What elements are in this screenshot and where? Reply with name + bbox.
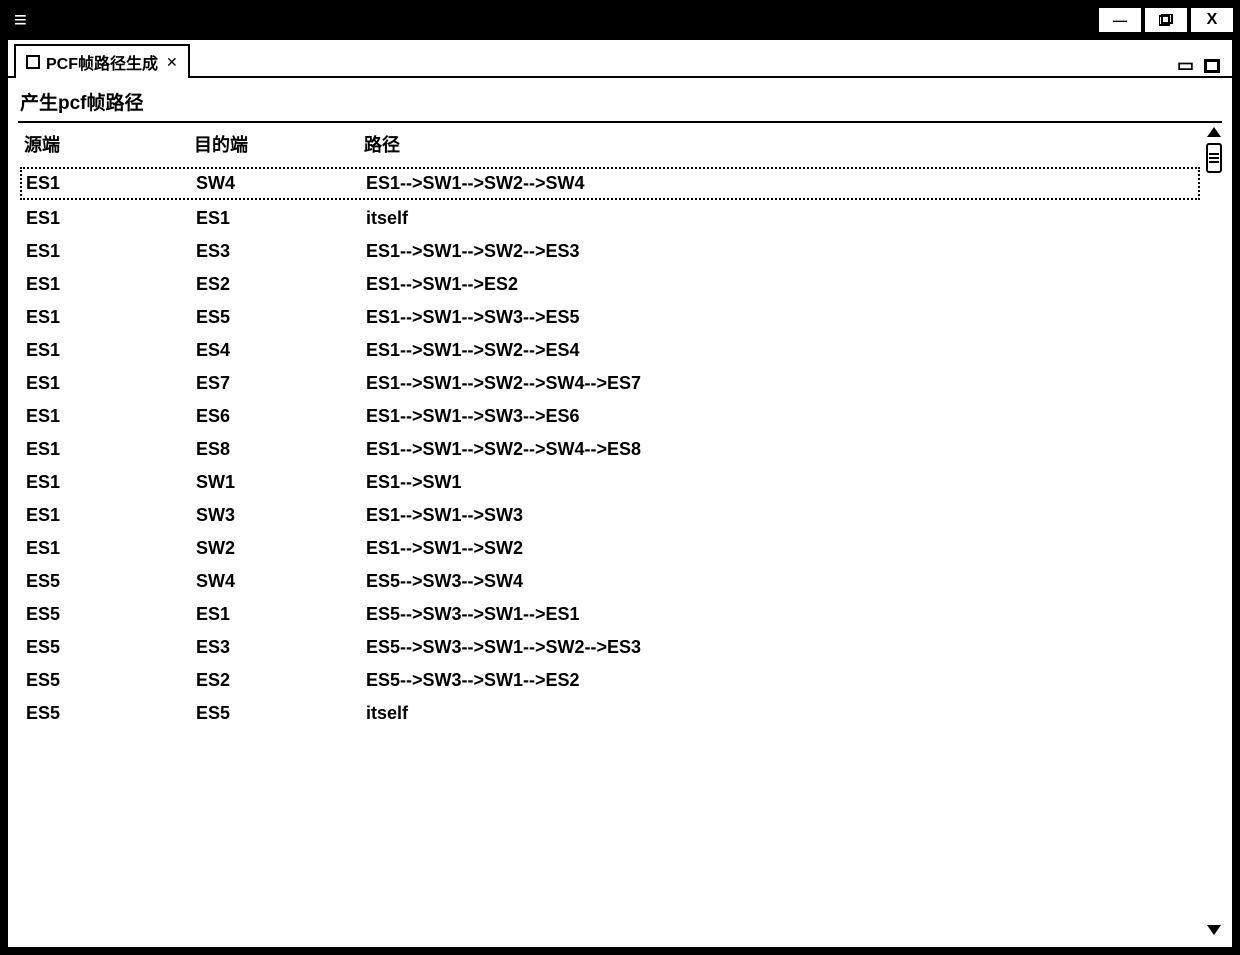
tab-label: PCF帧路径生成 bbox=[46, 50, 158, 74]
cell-source: ES5 bbox=[26, 670, 196, 691]
cell-destination: SW4 bbox=[196, 571, 366, 592]
window-frame: ≡ — X PCF帧路径生成 ✕ ▭ 产生pcf帧路径 bbox=[0, 0, 1240, 955]
cell-destination: ES4 bbox=[196, 340, 366, 361]
cell-source: ES5 bbox=[26, 637, 196, 658]
table-header-row: 源端 目的端 路径 bbox=[18, 125, 1202, 163]
cell-path: ES1-->SW1-->SW2 bbox=[366, 538, 1194, 559]
cell-path: ES1-->SW1-->SW2-->SW4 bbox=[366, 173, 1194, 194]
cell-path: itself bbox=[366, 208, 1194, 229]
cell-destination: ES3 bbox=[196, 241, 366, 262]
hamburger-menu-icon[interactable]: ≡ bbox=[6, 9, 35, 31]
table-row[interactable]: ES5ES3ES5-->SW3-->SW1-->SW2-->ES3 bbox=[20, 631, 1200, 664]
table-row[interactable]: ES1SW1ES1-->SW1 bbox=[20, 466, 1200, 499]
cell-source: ES1 bbox=[26, 173, 196, 194]
table-row[interactable]: ES5ES1ES5-->SW3-->SW1-->ES1 bbox=[20, 598, 1200, 631]
cell-destination: ES8 bbox=[196, 439, 366, 460]
cell-destination: SW4 bbox=[196, 173, 366, 194]
cell-destination: SW1 bbox=[196, 472, 366, 493]
cell-path: ES5-->SW3-->SW4 bbox=[366, 571, 1194, 592]
minimize-button[interactable]: — bbox=[1098, 7, 1142, 33]
cell-destination: ES3 bbox=[196, 637, 366, 658]
cell-destination: ES7 bbox=[196, 373, 366, 394]
table-row[interactable]: ES1ES1itself bbox=[20, 202, 1200, 235]
cell-source: ES5 bbox=[26, 571, 196, 592]
cell-source: ES1 bbox=[26, 208, 196, 229]
cell-path: ES1-->SW1 bbox=[366, 472, 1194, 493]
panel-title: 产生pcf帧路径 bbox=[8, 78, 1232, 121]
cell-destination: ES1 bbox=[196, 604, 366, 625]
table-wrap: 源端 目的端 路径 ES1SW4ES1-->SW1-->SW2-->SW4ES1… bbox=[18, 125, 1226, 941]
cell-source: ES1 bbox=[26, 472, 196, 493]
cell-path: ES1-->SW1-->SW3-->ES6 bbox=[366, 406, 1194, 427]
cell-source: ES1 bbox=[26, 439, 196, 460]
table-row[interactable]: ES5ES5itself bbox=[20, 697, 1200, 730]
cell-source: ES1 bbox=[26, 340, 196, 361]
table-row[interactable]: ES1SW4ES1-->SW1-->SW2-->SW4 bbox=[20, 167, 1200, 200]
table-row[interactable]: ES1ES8ES1-->SW1-->SW2-->SW4-->ES8 bbox=[20, 433, 1200, 466]
cell-path: ES1-->SW1-->SW2-->ES3 bbox=[366, 241, 1194, 262]
cell-source: ES1 bbox=[26, 538, 196, 559]
cell-destination: ES1 bbox=[196, 208, 366, 229]
table-row[interactable]: ES1ES6ES1-->SW1-->SW3-->ES6 bbox=[20, 400, 1200, 433]
close-button[interactable]: X bbox=[1190, 7, 1234, 33]
cell-source: ES5 bbox=[26, 604, 196, 625]
tab-bar-controls: ▭ bbox=[1177, 55, 1226, 76]
table-row[interactable]: ES1ES2ES1-->SW1-->ES2 bbox=[20, 268, 1200, 301]
tab-pcf-path-gen[interactable]: PCF帧路径生成 ✕ bbox=[14, 44, 190, 78]
table-row[interactable]: ES5ES2ES5-->SW3-->SW1-->ES2 bbox=[20, 664, 1200, 697]
client-area: PCF帧路径生成 ✕ ▭ 产生pcf帧路径 源端 目的端 路径 ES1SW4ES… bbox=[6, 38, 1234, 949]
table-row[interactable]: ES1SW2ES1-->SW1-->SW2 bbox=[20, 532, 1200, 565]
table-body: ES1SW4ES1-->SW1-->SW2-->SW4ES1ES1itselfE… bbox=[18, 163, 1202, 732]
cell-source: ES1 bbox=[26, 241, 196, 262]
tab-bar: PCF帧路径生成 ✕ ▭ bbox=[8, 40, 1232, 78]
table-row[interactable]: ES1SW3ES1-->SW1-->SW3 bbox=[20, 499, 1200, 532]
column-header-destination[interactable]: 目的端 bbox=[194, 131, 364, 157]
title-bar: ≡ — X bbox=[6, 6, 1234, 34]
table-row[interactable]: ES1ES7ES1-->SW1-->SW2-->SW4-->ES7 bbox=[20, 367, 1200, 400]
file-icon bbox=[26, 55, 40, 69]
cell-destination: ES2 bbox=[196, 670, 366, 691]
table: 源端 目的端 路径 ES1SW4ES1-->SW1-->SW2-->SW4ES1… bbox=[18, 125, 1202, 941]
cell-path: ES5-->SW3-->SW1-->SW2-->ES3 bbox=[366, 637, 1194, 658]
cell-source: ES1 bbox=[26, 274, 196, 295]
cell-path: ES1-->SW1-->ES2 bbox=[366, 274, 1194, 295]
table-row[interactable]: ES1ES3ES1-->SW1-->SW2-->ES3 bbox=[20, 235, 1200, 268]
column-header-path[interactable]: 路径 bbox=[364, 131, 1196, 157]
view-minimize-icon[interactable]: ▭ bbox=[1177, 55, 1194, 76]
tab-close-button[interactable]: ✕ bbox=[166, 54, 178, 71]
cell-source: ES1 bbox=[26, 307, 196, 328]
cell-destination: ES5 bbox=[196, 307, 366, 328]
scroll-thumb[interactable] bbox=[1206, 143, 1222, 173]
divider bbox=[18, 121, 1222, 123]
cell-source: ES5 bbox=[26, 703, 196, 724]
table-row[interactable]: ES5SW4ES5-->SW3-->SW4 bbox=[20, 565, 1200, 598]
maximize-icon bbox=[1159, 14, 1173, 26]
cell-path: ES5-->SW3-->SW1-->ES2 bbox=[366, 670, 1194, 691]
cell-destination: SW2 bbox=[196, 538, 366, 559]
vertical-scrollbar[interactable] bbox=[1202, 125, 1226, 941]
cell-source: ES1 bbox=[26, 406, 196, 427]
view-maximize-icon[interactable] bbox=[1204, 59, 1220, 73]
cell-path: ES1-->SW1-->SW2-->SW4-->ES8 bbox=[366, 439, 1194, 460]
cell-path: ES1-->SW1-->SW2-->SW4-->ES7 bbox=[366, 373, 1194, 394]
column-header-source[interactable]: 源端 bbox=[24, 131, 194, 157]
cell-destination: ES2 bbox=[196, 274, 366, 295]
cell-path: ES1-->SW1-->SW3-->ES5 bbox=[366, 307, 1194, 328]
cell-source: ES1 bbox=[26, 373, 196, 394]
maximize-button[interactable] bbox=[1144, 7, 1188, 33]
cell-destination: ES5 bbox=[196, 703, 366, 724]
cell-destination: ES6 bbox=[196, 406, 366, 427]
scroll-down-icon[interactable] bbox=[1207, 925, 1221, 935]
cell-destination: SW3 bbox=[196, 505, 366, 526]
table-row[interactable]: ES1ES5ES1-->SW1-->SW3-->ES5 bbox=[20, 301, 1200, 334]
window-controls: — X bbox=[1098, 7, 1234, 33]
cell-path: ES5-->SW3-->SW1-->ES1 bbox=[366, 604, 1194, 625]
table-row[interactable]: ES1ES4ES1-->SW1-->SW2-->ES4 bbox=[20, 334, 1200, 367]
cell-path: itself bbox=[366, 703, 1194, 724]
cell-path: ES1-->SW1-->SW3 bbox=[366, 505, 1194, 526]
scroll-up-icon[interactable] bbox=[1207, 127, 1221, 137]
cell-path: ES1-->SW1-->SW2-->ES4 bbox=[366, 340, 1194, 361]
cell-source: ES1 bbox=[26, 505, 196, 526]
